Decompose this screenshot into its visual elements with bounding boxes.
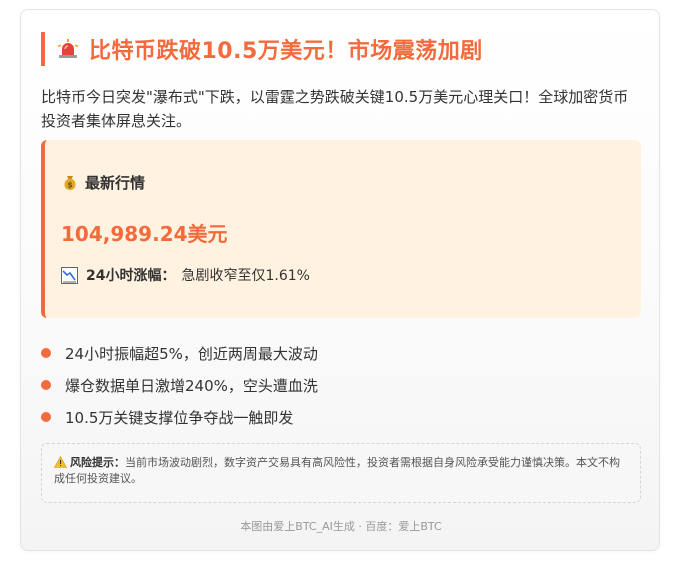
list-item-text: 10.5万关键支撑位争夺战一触即发 bbox=[65, 408, 294, 427]
list-item-text: 爆仓数据单日激增240%，空头遭血洗 bbox=[65, 376, 318, 395]
highlights-list: 24小时振幅超5%，创近两周最大波动 爆仓数据单日激增240%，空头遭血洗 10… bbox=[41, 337, 318, 433]
change-value: 急剧收窄至仅1.61% bbox=[181, 268, 310, 284]
risk-notice: 风险提示：当前市场波动剧烈，数字资产交易具有高风险性，投资者需根据自身风险承受能… bbox=[41, 443, 641, 503]
market-heading-label: 最新行情 bbox=[85, 174, 146, 192]
footer-credit: 本图由爱上BTC_AI生成 · 百度：爱上BTC bbox=[240, 520, 442, 533]
list-item: 24小时振幅超5%，创近两周最大波动 bbox=[41, 337, 318, 369]
risk-label: 风险提示： bbox=[70, 456, 125, 469]
chart-decreasing-icon bbox=[61, 266, 78, 284]
list-item: 10.5万关键支撑位争夺战一触即发 bbox=[41, 401, 318, 433]
btc-price: 104,989.24美元 bbox=[61, 222, 228, 246]
market-heading: $ 最新行情 bbox=[61, 172, 145, 193]
change-label: 24小时涨幅： bbox=[86, 268, 176, 284]
list-item: 爆仓数据单日激增240%，空头遭血洗 bbox=[41, 369, 318, 401]
change-row: 24小时涨幅： 急剧收窄至仅1.61% bbox=[61, 265, 310, 285]
title-row: 比特币跌破10.5万美元！市场震荡加剧 bbox=[41, 32, 483, 66]
list-item-text: 24小时振幅超5%，创近两周最大波动 bbox=[65, 344, 318, 363]
siren-icon bbox=[57, 38, 79, 60]
moneybag-icon: $ bbox=[61, 174, 79, 192]
bullet-dot bbox=[41, 380, 51, 390]
bullet-dot bbox=[41, 412, 51, 422]
bullet-dot bbox=[41, 348, 51, 358]
page-title: 比特币跌破10.5万美元！市场震荡加剧 bbox=[89, 39, 483, 64]
svg-text:$: $ bbox=[67, 180, 73, 189]
risk-text: 当前市场波动剧烈，数字资产交易具有高风险性，投资者需根据自身风险承受能力谨慎决策… bbox=[54, 456, 620, 485]
warning-icon bbox=[53, 455, 68, 468]
intro-paragraph: 比特币今日突发"瀑布式"下跌，以雷霆之势跌破关键10.5万美元心理关口！全球加密… bbox=[41, 88, 629, 130]
news-card: 比特币跌破10.5万美元！市场震荡加剧 比特币今日突发"瀑布式"下跌，以雷霆之势… bbox=[20, 9, 660, 551]
market-panel: $ 最新行情 104,989.24美元 24小时涨幅： 急剧收窄至仅1.61% bbox=[41, 140, 641, 318]
